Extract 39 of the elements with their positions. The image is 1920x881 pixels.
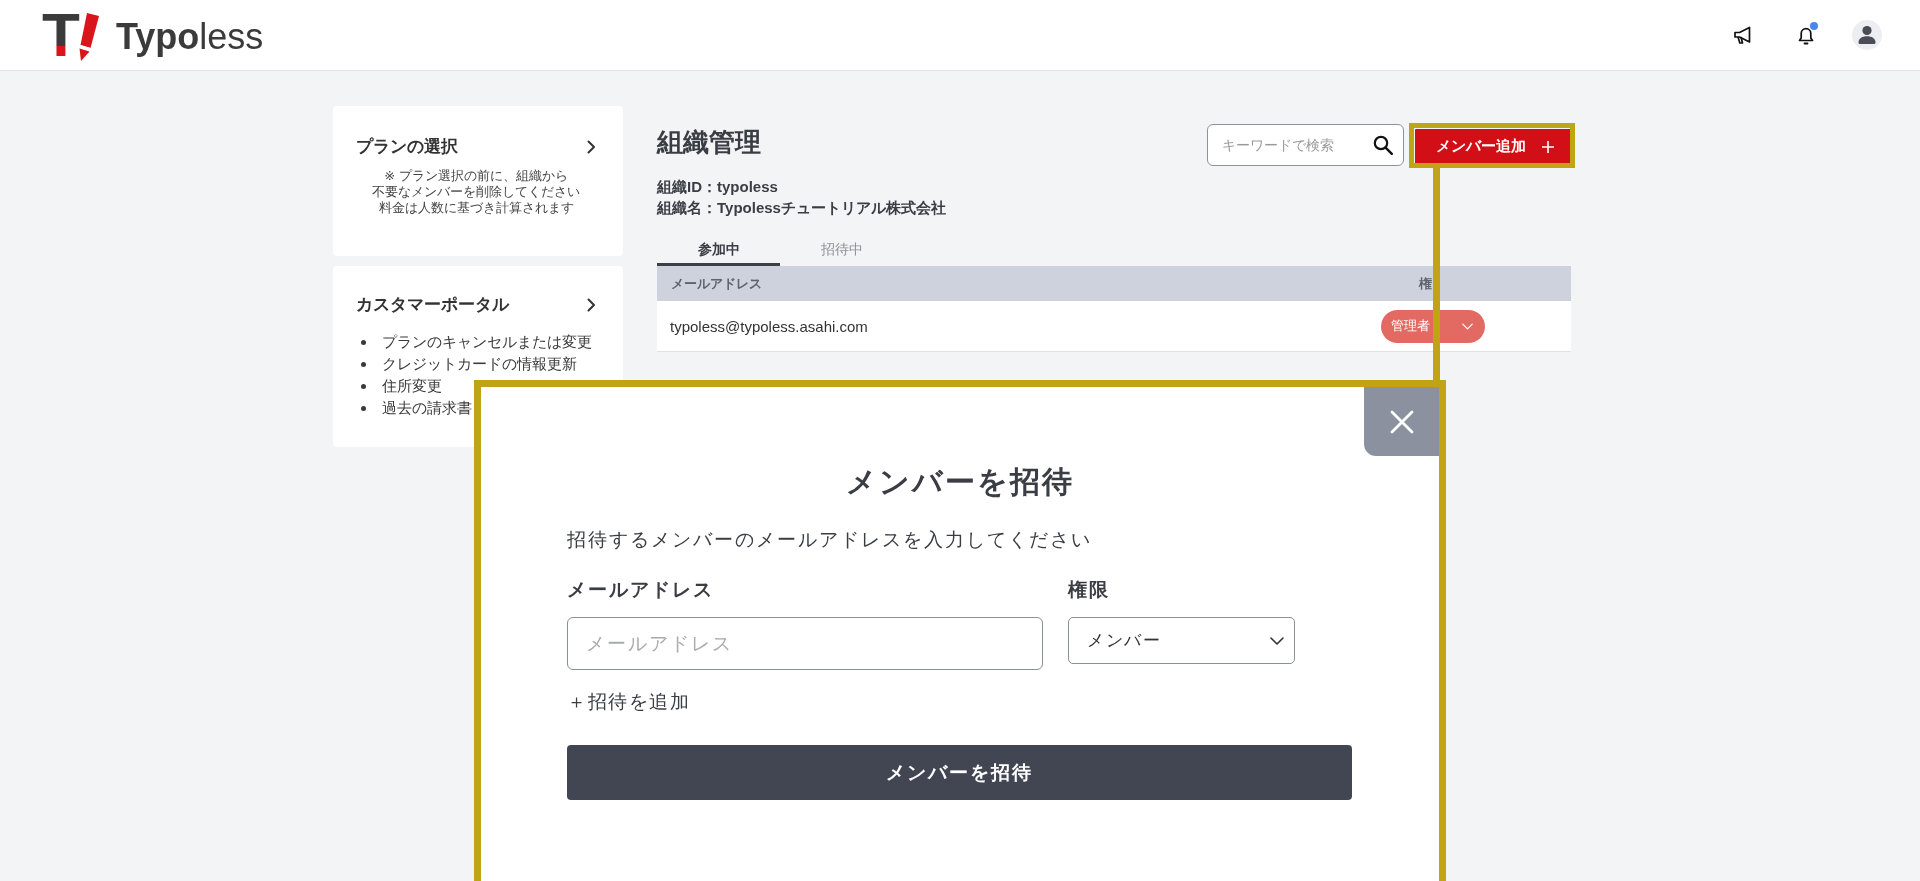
plan-note: ※ プラン選択の前に、組織から 不要なメンバーを削除してください 料金は人数に基づき計算されます (371, 168, 581, 216)
add-invite-link[interactable]: ＋招待を追加 (567, 688, 690, 716)
portal-item: 住所変更 (382, 376, 442, 396)
chevron-down-icon (1462, 322, 1473, 330)
column-header: メールアドレス (671, 275, 762, 291)
bullet-icon (361, 361, 366, 367)
bullet-icon (361, 383, 366, 389)
chevron-down-icon (1270, 636, 1284, 645)
search-field[interactable]: キーワードで検索 (1207, 124, 1404, 166)
bullet-icon (361, 339, 366, 345)
chevron-right-icon (587, 298, 596, 312)
modal-description: 招待するメンバーのメールアドレスを入力してください (567, 528, 1093, 552)
email-field[interactable]: メールアドレス (567, 617, 1043, 670)
table-cell-text: typoless@typoless.asahi.com (669, 317, 869, 335)
invite-button[interactable]: メンバーを招待 (567, 745, 1352, 800)
card-link[interactable]: カスタマーポータル (356, 294, 596, 316)
bell-icon[interactable] (1797, 25, 1815, 45)
role-select[interactable]: メンバー (1068, 617, 1295, 664)
close-button[interactable] (1364, 387, 1439, 456)
column-header: 権 (1419, 275, 1432, 291)
portal-item: プランのキャンセルまたは変更 (382, 332, 592, 352)
plus-icon (1542, 140, 1554, 153)
avatar-icon[interactable] (1852, 20, 1882, 50)
bullet-icon (361, 405, 366, 411)
field-label: 権限 (1068, 578, 1111, 602)
portal-item: クレジットカードの情報更新 (382, 354, 577, 374)
chevron-right-icon (587, 140, 596, 154)
field-label: メールアドレス (567, 578, 715, 602)
logo-name: Typoless (115, 17, 264, 57)
close-icon (1389, 409, 1414, 434)
page-title: 組織管理 (657, 126, 762, 159)
search-icon[interactable] (1373, 135, 1393, 155)
megaphone-icon[interactable] (1733, 25, 1753, 45)
org-info-text: 組織名：Typolessチュートリアル株式会社 (657, 198, 947, 218)
org-info-text: 組織ID：typoless (657, 177, 779, 197)
card-link[interactable]: プランの選択 (356, 136, 596, 158)
add-member-button[interactable]: メンバー追加 (1415, 129, 1571, 164)
modal-title: メンバーを招待 (844, 464, 1075, 500)
portal-item: 過去の請求書 (382, 398, 472, 418)
